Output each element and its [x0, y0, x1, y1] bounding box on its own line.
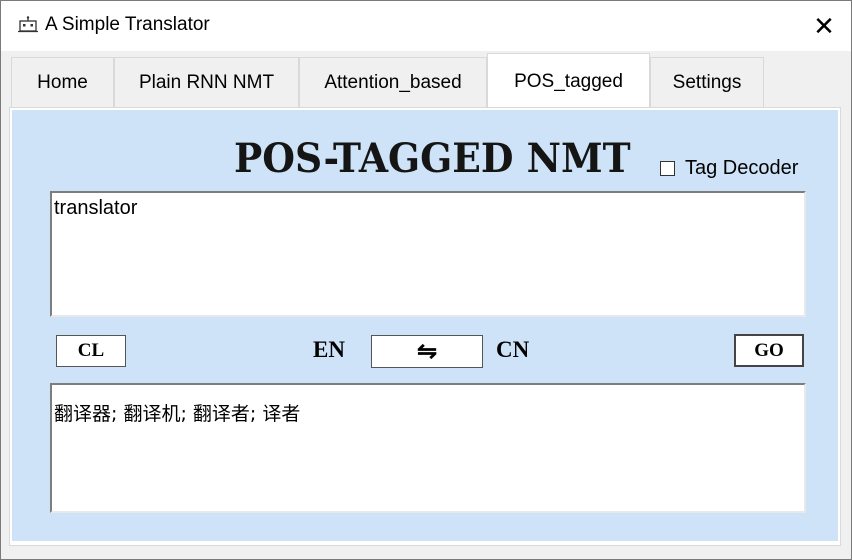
tag-decoder-checkbox[interactable] [660, 160, 675, 176]
window-title: A Simple Translator [45, 14, 210, 35]
tab-settings[interactable]: Settings [650, 57, 764, 108]
tab-strip: Home Plain RNN NMT Attention_based Setti… [1, 51, 851, 110]
source-language-label: EN [313, 337, 345, 362]
source-text-input[interactable]: translator [50, 191, 806, 317]
robot-icon [18, 16, 38, 33]
close-icon[interactable]: ✕ [797, 1, 851, 51]
tab-pos-tagged[interactable]: POS_tagged [487, 53, 650, 110]
target-language-label: CN [496, 337, 530, 362]
tab-attention-based[interactable]: Attention_based [299, 57, 487, 108]
tag-decoder-option[interactable]: Tag Decoder [660, 156, 798, 180]
translation-output[interactable]: 翻译器; 翻译机; 翻译者; 译者 [50, 383, 806, 513]
tag-decoder-label: Tag Decoder [685, 156, 799, 179]
tab-plain-rnn-nmt[interactable]: Plain RNN NMT [114, 57, 299, 108]
clear-button[interactable]: CL [56, 335, 126, 367]
tab-home[interactable]: Home [11, 57, 114, 108]
swap-languages-button[interactable]: ⇋ [371, 335, 483, 368]
page-title: POS-TAGGED NMT [234, 135, 631, 182]
go-button[interactable]: GO [734, 334, 804, 367]
title-bar[interactable]: A Simple Translator ✕ [1, 1, 851, 51]
swap-arrows-icon: ⇋ [416, 339, 438, 365]
